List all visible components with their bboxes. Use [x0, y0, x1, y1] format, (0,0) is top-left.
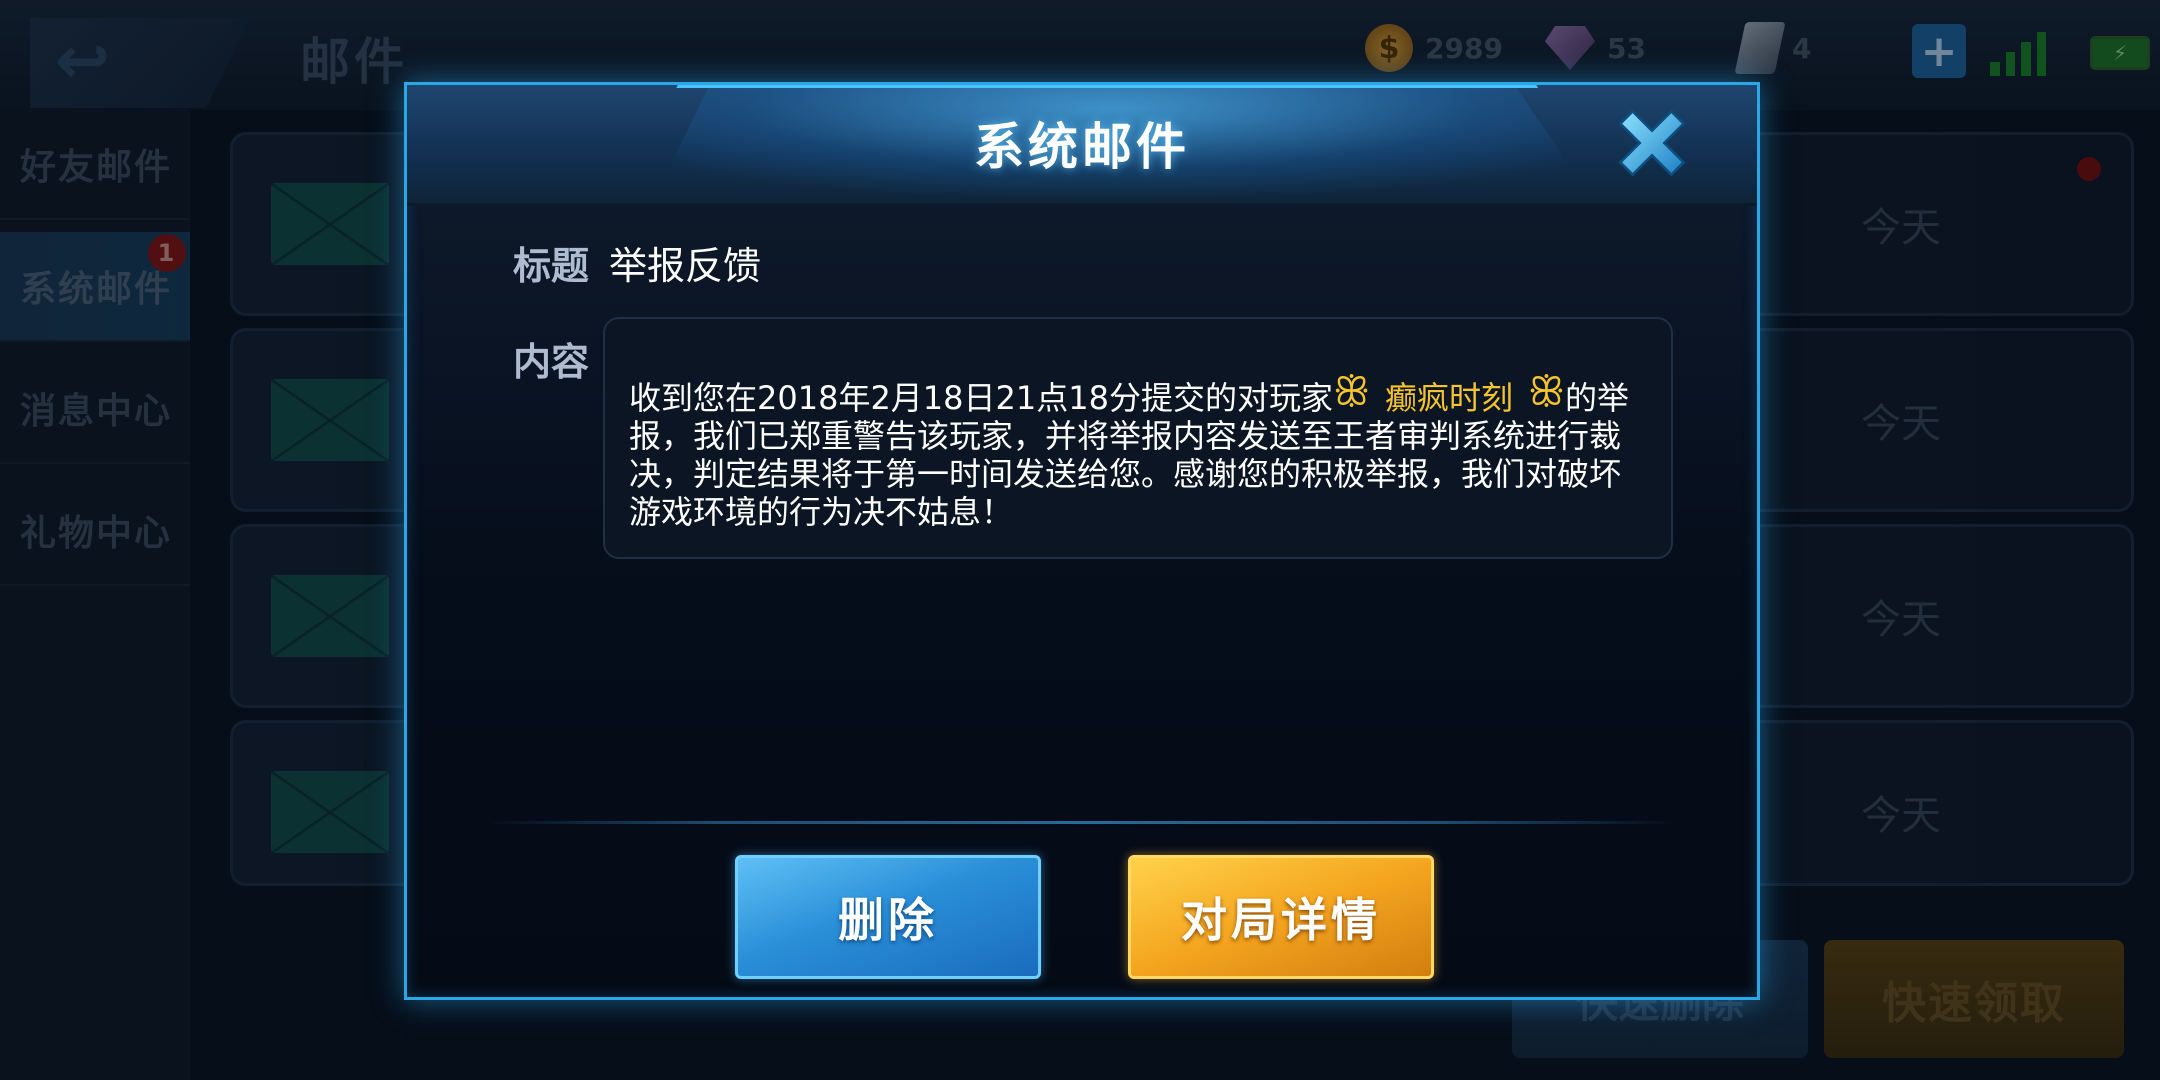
close-icon [1618, 109, 1686, 177]
close-button[interactable] [1602, 93, 1702, 193]
player-name-text: 癫疯时刻 [1384, 379, 1513, 417]
content-label: 内容 [513, 340, 590, 384]
dialog-header: 系统邮件 [407, 85, 1757, 206]
system-mail-dialog: 系统邮件 标题 举报反馈 内容 收到您在2018年2月18日21点18分提交的对… [404, 82, 1760, 1000]
dialog-divider [487, 821, 1677, 824]
content-prefix: 收到您在2018年2月18日21点18分提交的对玩家 [629, 379, 1333, 417]
swirl-left-icon: ꕥ [1332, 369, 1371, 415]
delete-button[interactable]: 删除 [735, 855, 1041, 979]
mail-body: 收到您在2018年2月18日21点18分提交的对玩家 ꕥ 癫疯时刻 ꕥ 的举报，我们已郑… [629, 372, 1629, 531]
subject-value: 举报反馈 [609, 244, 762, 288]
match-details-button[interactable]: 对局详情 [1128, 855, 1434, 979]
swirl-right-icon: ꕥ [1527, 369, 1565, 415]
subject-label: 标题 [513, 244, 590, 288]
player-name: ꕥ 癫疯时刻 ꕥ [1333, 372, 1565, 417]
dialog-title: 系统邮件 [974, 118, 1190, 176]
content-box: 收到您在2018年2月18日21点18分提交的对玩家 ꕥ 癫疯时刻 ꕥ 的举报，我们已郑… [603, 317, 1673, 559]
